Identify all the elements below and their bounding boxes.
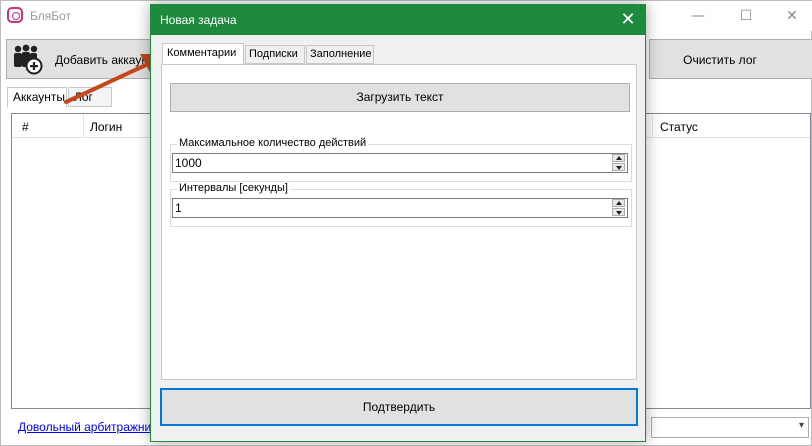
- dialog-titlebar: Новая задача ✕: [151, 5, 645, 35]
- confirm-button[interactable]: Подтвердить: [160, 388, 638, 426]
- clear-log-button[interactable]: Очистить лог: [649, 39, 812, 79]
- column-divider: [83, 114, 84, 138]
- tab-comments[interactable]: Комментарии: [162, 43, 244, 65]
- instagram-icon: [7, 7, 23, 23]
- intervals-legend: Интервалы [секунды]: [177, 182, 290, 194]
- tab-filling[interactable]: Заполнение: [306, 45, 374, 64]
- intervals-value[interactable]: 1: [175, 201, 182, 215]
- intervals-spinner[interactable]: 1: [172, 198, 628, 218]
- main-window-title: БляБот: [30, 9, 72, 23]
- max-actions-spinner[interactable]: 1000: [172, 153, 628, 173]
- clear-log-label: Очистить лог: [683, 53, 757, 67]
- tab-subscriptions[interactable]: Подписки: [245, 45, 305, 64]
- status-link[interactable]: Довольный арбитражник: [18, 420, 157, 434]
- main-close-button[interactable]: ✕: [769, 1, 812, 31]
- tab-log[interactable]: Лог: [68, 87, 112, 107]
- add-account-button[interactable]: Добавить аккаунт: [6, 39, 156, 79]
- spin-down-icon[interactable]: [612, 163, 625, 171]
- dialog-close-button[interactable]: ✕: [611, 5, 645, 35]
- chevron-down-icon: ▾: [798, 420, 804, 431]
- max-actions-group: Максимальное количество действий 1000: [170, 137, 632, 182]
- maximize-button[interactable]: ☐: [723, 1, 769, 31]
- tab-accounts[interactable]: Аккаунты: [7, 87, 67, 108]
- column-divider: [652, 114, 653, 138]
- load-text-button[interactable]: Загрузить текст: [170, 83, 630, 112]
- spin-up-icon[interactable]: [612, 154, 625, 162]
- add-users-icon: [14, 44, 43, 75]
- add-account-label: Добавить аккаунт: [55, 53, 154, 67]
- column-header-status[interactable]: Статус: [660, 120, 698, 134]
- spin-down-icon[interactable]: [612, 208, 625, 216]
- column-header-number[interactable]: #: [22, 120, 29, 134]
- intervals-group: Интервалы [секунды] 1: [170, 182, 632, 227]
- max-actions-spin-buttons: [611, 154, 627, 172]
- new-task-dialog: Новая задача ✕ Комментарии Подписки Запо…: [150, 4, 646, 442]
- column-header-login[interactable]: Логин: [90, 120, 122, 134]
- dialog-title: Новая задача: [160, 13, 237, 27]
- max-actions-value[interactable]: 1000: [175, 156, 202, 170]
- intervals-spin-buttons: [611, 199, 627, 217]
- comments-tab-panel: Загрузить текст Максимальное количество …: [161, 64, 637, 380]
- spin-up-icon[interactable]: [612, 199, 625, 207]
- max-actions-legend: Максимальное количество действий: [177, 137, 369, 149]
- minimize-button[interactable]: —: [675, 1, 721, 31]
- bottom-combobox[interactable]: ▾: [651, 417, 809, 438]
